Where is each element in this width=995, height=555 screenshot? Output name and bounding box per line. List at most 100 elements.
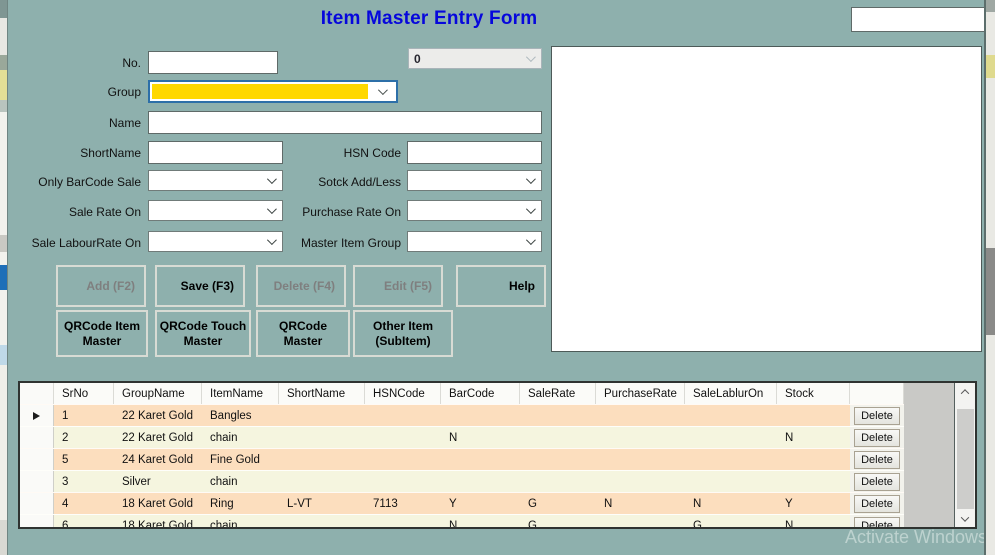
grid-cell[interactable] [685,471,777,492]
row-selector[interactable] [20,471,54,492]
other-item-subitem-button[interactable]: Other Item (SubItem) [353,310,453,357]
row-delete-button[interactable]: Delete [854,407,900,425]
save-button[interactable]: Save (F3) [155,265,245,307]
grid-header-cell[interactable]: BarCode [441,383,520,404]
top-right-input[interactable] [851,7,988,32]
grid-cell[interactable] [441,405,520,426]
grid-cell[interactable]: chain [202,471,279,492]
grid-cell[interactable] [279,515,365,529]
grid-cell[interactable] [365,449,441,470]
grid-cell[interactable]: Y [777,493,850,514]
grid-cell[interactable]: chain [202,427,279,448]
grid-cell[interactable]: 24 Karet Gold [114,449,202,470]
grid-header-cell[interactable]: SaleLablurOn [685,383,777,404]
grid-cell[interactable]: N [777,515,850,529]
grid-cell[interactable]: 3 [54,471,114,492]
grid-header-cell[interactable]: HSNCode [365,383,441,404]
grid-cell[interactable]: 2 [54,427,114,448]
grid-cell[interactable] [279,405,365,426]
row-selector[interactable] [20,493,54,514]
grid-cell[interactable] [365,405,441,426]
grid-cell[interactable] [596,449,685,470]
grid-cell[interactable]: Ring [202,493,279,514]
grid-cell[interactable] [685,449,777,470]
grid-cell[interactable] [777,471,850,492]
stock-add-less-select[interactable] [407,170,542,191]
grid-header-cell[interactable]: ShortName [279,383,365,404]
grid-header-cell[interactable]: GroupName [114,383,202,404]
grid-cell[interactable]: N [441,427,520,448]
hsn-code-input[interactable] [407,141,542,164]
grid-cell[interactable]: G [520,493,596,514]
grid-cell[interactable] [596,471,685,492]
master-item-group-select[interactable] [407,231,542,252]
row-delete-button[interactable]: Delete [854,495,900,513]
grid-cell[interactable] [279,449,365,470]
row-delete-button[interactable]: Delete [854,517,900,530]
row-selector[interactable] [20,515,54,529]
row-delete-button[interactable]: Delete [854,473,900,491]
grid-cell[interactable]: 4 [54,493,114,514]
table-row[interactable]: 418 Karet GoldRingL-VT7113YGNNYDelete [20,492,904,514]
grid-header-cell[interactable]: ItemName [202,383,279,404]
row-selector[interactable] [20,405,54,426]
grid-header-cell[interactable]: Stock [777,383,850,404]
grid-cell[interactable] [441,471,520,492]
grid-cell[interactable]: L-VT [279,493,365,514]
grid-cell[interactable]: G [520,515,596,529]
grid-cell[interactable] [596,405,685,426]
grid-cell[interactable]: N [685,493,777,514]
table-row[interactable]: 618 Karet GoldchainNGGNDelete [20,514,904,529]
grid-cell[interactable] [365,427,441,448]
grid-cell[interactable]: chain [202,515,279,529]
grid-cell[interactable]: 6 [54,515,114,529]
grid-cell[interactable] [441,449,520,470]
no-input[interactable] [148,51,278,74]
qrcode-touch-master-button[interactable]: QRCode Touch Master [155,310,251,357]
help-button[interactable]: Help [456,265,546,307]
grid-cell[interactable]: Bangles [202,405,279,426]
grid-header-cell[interactable]: SaleRate [520,383,596,404]
grid-cell[interactable]: N [441,515,520,529]
row-delete-button[interactable]: Delete [854,451,900,469]
name-input[interactable] [148,111,542,134]
grid-header-cell[interactable]: SrNo [54,383,114,404]
grid-cell[interactable] [520,471,596,492]
purchase-rate-on-select[interactable] [407,200,542,221]
grid-cell[interactable] [685,405,777,426]
group-select-button[interactable] [368,84,394,99]
grid-cell[interactable] [685,427,777,448]
only-barcode-sale-select[interactable] [148,170,283,191]
sale-labour-rate-on-select[interactable] [148,231,283,252]
group-select[interactable] [148,80,398,103]
edit-button[interactable]: Edit (F5) [353,265,443,307]
grid-cell[interactable] [596,427,685,448]
grid-cell[interactable]: N [777,427,850,448]
qrcode-master-button[interactable]: QRCode Master [256,310,350,357]
add-button[interactable]: Add (F2) [56,265,146,307]
grid-cell[interactable] [777,405,850,426]
grid-cell[interactable]: 18 Karet Gold [114,493,202,514]
grid-vertical-scrollbar[interactable] [954,383,975,527]
grid-cell[interactable]: 22 Karet Gold [114,405,202,426]
row-selector[interactable] [20,449,54,470]
grid-cell[interactable]: 7113 [365,493,441,514]
grid-cell[interactable]: 1 [54,405,114,426]
grid-cell[interactable] [596,515,685,529]
row-delete-button[interactable]: Delete [854,429,900,447]
grid-cell[interactable]: Y [441,493,520,514]
grid-cell[interactable] [365,515,441,529]
grid-cell[interactable] [279,427,365,448]
shortname-input[interactable] [148,141,283,164]
table-row[interactable]: 222 Karet GoldchainNNDelete [20,426,904,448]
grid-cell[interactable] [365,471,441,492]
delete-button[interactable]: Delete (F4) [256,265,346,307]
grid-cell[interactable]: 22 Karet Gold [114,427,202,448]
grid-cell[interactable]: 5 [54,449,114,470]
grid-cell[interactable]: Silver [114,471,202,492]
table-row[interactable]: 3Silverchain Delete [20,470,904,492]
qrcode-item-master-button[interactable]: QRCode Item Master [56,310,148,357]
scrollbar-thumb[interactable] [957,409,974,509]
scroll-down-icon[interactable] [955,510,975,527]
grid-cell[interactable]: G [685,515,777,529]
